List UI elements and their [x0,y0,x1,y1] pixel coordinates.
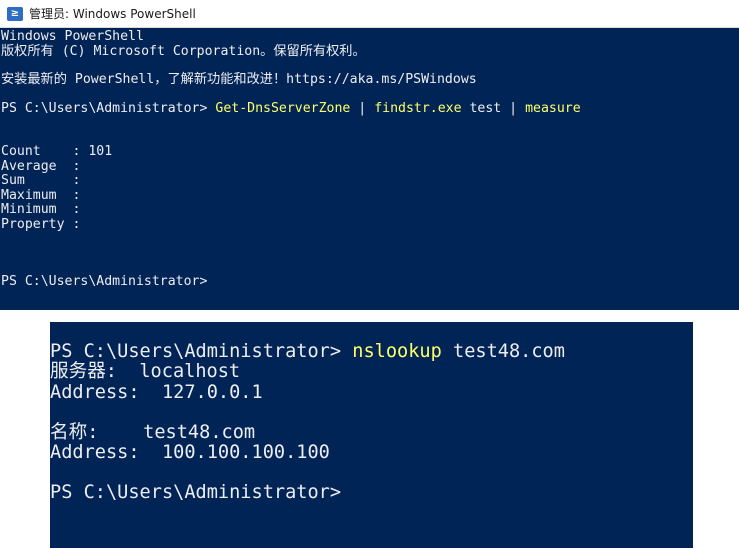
powershell-console-1[interactable]: Windows PowerShell 版权所有 (C) Microsoft Co… [0,28,739,310]
result-minimum-line: Minimum : [1,202,81,217]
console-install-hint: 安装最新的 PowerShell，了解新功能和改进！https://aka.ms… [1,72,477,87]
result-property-line: Property : [1,216,81,232]
command-nslookup: nslookup [352,341,442,362]
command-pipe: | [501,100,526,116]
result-maximum-line: Maximum : [1,187,81,203]
console-banner-line: Windows PowerShell [1,29,144,44]
nslookup-server-line: 服务器: localhost [50,361,241,383]
command-pipe: | [350,100,375,116]
command-filter: findstr.exe [374,100,462,116]
window-title: 管理员: Windows PowerShell [29,7,196,21]
nslookup-name-line: 名称: test48.com [50,421,256,443]
console-final-prompt: PS C:\Users\Administrator> [1,274,208,289]
powershell-console-2[interactable]: PS C:\Users\Administrator> nslookup test… [50,322,693,548]
result-count-line: Count : 101 [1,144,113,159]
console-final-prompt: PS C:\Users\Administrator> [50,482,342,504]
result-sum-line: Sum : [1,173,81,188]
console-command-line: PS C:\Users\Administrator> Get-DnsServer… [0,100,739,117]
window-titlebar[interactable]: ≥ 管理员: Windows PowerShell [0,0,739,28]
nslookup-command-line: PS C:\Users\Administrator> nslookup test… [50,341,693,362]
powershell-icon: ≥ [7,6,23,21]
nslookup-answer-address-line: Address: 100.100.100.100 [50,442,330,464]
console-prompt: PS C:\Users\Administrator> [50,341,353,362]
console-copyright-line: 版权所有 (C) Microsoft Corporation。保留所有权利。 [1,43,366,59]
console-prompt: PS C:\Users\Administrator> [1,100,216,116]
nslookup-server-address-line: Address: 127.0.0.1 [50,381,263,403]
command-measure: measure [525,100,581,116]
result-average-line: Average : [1,158,81,174]
command-cmdlet: Get-DnsServerZone [215,100,351,116]
command-nslookup-arg: test48.com [441,341,565,362]
command-filter-arg: test [461,100,502,116]
